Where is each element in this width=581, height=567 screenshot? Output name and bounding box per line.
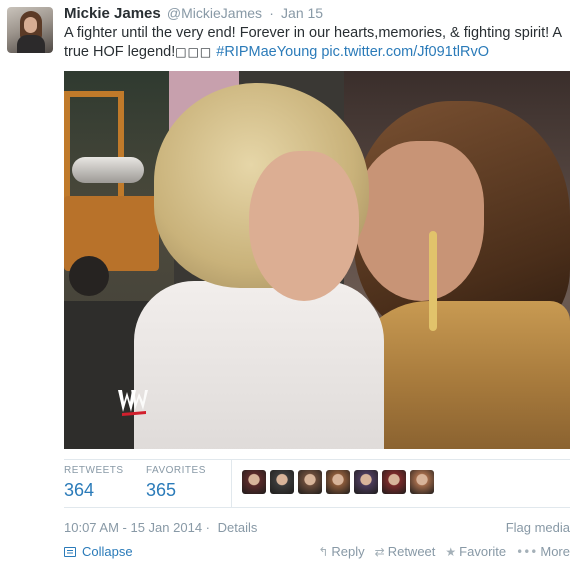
tweet-text-emoji: □□□ — [175, 45, 213, 59]
photo-person-left-shirt — [134, 281, 384, 449]
collapse-button[interactable]: Collapse — [64, 544, 133, 559]
header-separator: · — [269, 5, 274, 21]
star-icon: ★ — [445, 544, 457, 559]
collapse-icon — [64, 546, 76, 557]
tweet-text: A fighter until the very end! Forever in… — [64, 24, 569, 62]
wwe-logo-icon — [118, 390, 148, 416]
favorites-count: 365 — [146, 480, 177, 500]
username[interactable]: @MickieJames — [167, 5, 262, 21]
more-button[interactable]: ••• More — [516, 544, 570, 559]
favoriter-avatar[interactable] — [326, 470, 350, 494]
retweet-icon: ⇄ — [374, 544, 385, 559]
favoriter-avatar[interactable] — [298, 470, 322, 494]
tweet-header: Mickie James @MickieJames · Jan 15 — [64, 5, 323, 22]
retweet-label: Retweet — [387, 544, 436, 559]
retweets-stat[interactable]: RETWEETS 364 — [64, 465, 124, 501]
photo-earring — [429, 231, 437, 331]
photo-gas-tank — [72, 157, 144, 183]
favorites-label: FAVORITES — [146, 465, 206, 476]
tweet-time[interactable]: Jan 15 — [281, 5, 323, 21]
reply-button[interactable]: ↰ Reply — [318, 544, 364, 559]
favoriter-avatar[interactable] — [242, 470, 266, 494]
fullname[interactable]: Mickie James — [64, 5, 161, 22]
collapse-label: Collapse — [82, 544, 133, 559]
media-link[interactable]: pic.twitter.com/Jf091tlRvO — [321, 44, 489, 60]
favorites-stat[interactable]: FAVORITES 365 — [146, 465, 206, 501]
favoriter-avatar[interactable] — [354, 470, 378, 494]
tweet-actions: ↰ Reply ⇄ Retweet ★ Favorite ••• More — [318, 544, 570, 559]
avatar-face — [24, 17, 37, 33]
photo-person-left-face — [249, 151, 359, 301]
favorite-label: Favorite — [459, 544, 507, 559]
reply-label: Reply — [331, 544, 365, 559]
favoriter-avatar[interactable] — [382, 470, 406, 494]
stats-divider — [231, 460, 232, 507]
hashtag-link[interactable]: #RIPMaeYoung — [216, 44, 317, 60]
photo-person-right-face — [354, 141, 484, 301]
retweets-label: RETWEETS — [64, 465, 124, 476]
favoriter-avatars — [242, 470, 434, 494]
reply-icon: ↰ — [318, 544, 329, 559]
more-label: More — [540, 544, 570, 559]
favoriter-avatar[interactable] — [410, 470, 434, 494]
more-icon: ••• — [516, 544, 538, 559]
tweet: Mickie James @MickieJames · Jan 15 A fig… — [0, 0, 581, 567]
tweet-stats: RETWEETS 364 FAVORITES 365 — [64, 459, 570, 508]
retweets-count: 364 — [64, 480, 95, 500]
tweet-timestamp[interactable]: 10:07 AM - 15 Jan 2014 — [64, 520, 202, 535]
favorite-button[interactable]: ★ Favorite — [445, 544, 506, 559]
favoriter-avatar[interactable] — [270, 470, 294, 494]
meta-separator: · — [205, 520, 211, 535]
flag-media-link[interactable]: Flag media — [506, 520, 570, 535]
tweet-photo[interactable] — [64, 71, 570, 449]
details-link[interactable]: Details — [218, 520, 258, 535]
tweet-meta: 10:07 AM - 15 Jan 2014 · Details — [64, 520, 257, 535]
avatar-body — [17, 35, 45, 53]
avatar[interactable] — [7, 7, 53, 53]
retweet-button[interactable]: ⇄ Retweet — [375, 544, 436, 559]
photo-forklift-wheel — [69, 256, 109, 296]
photo-forklift-frame — [64, 91, 124, 201]
